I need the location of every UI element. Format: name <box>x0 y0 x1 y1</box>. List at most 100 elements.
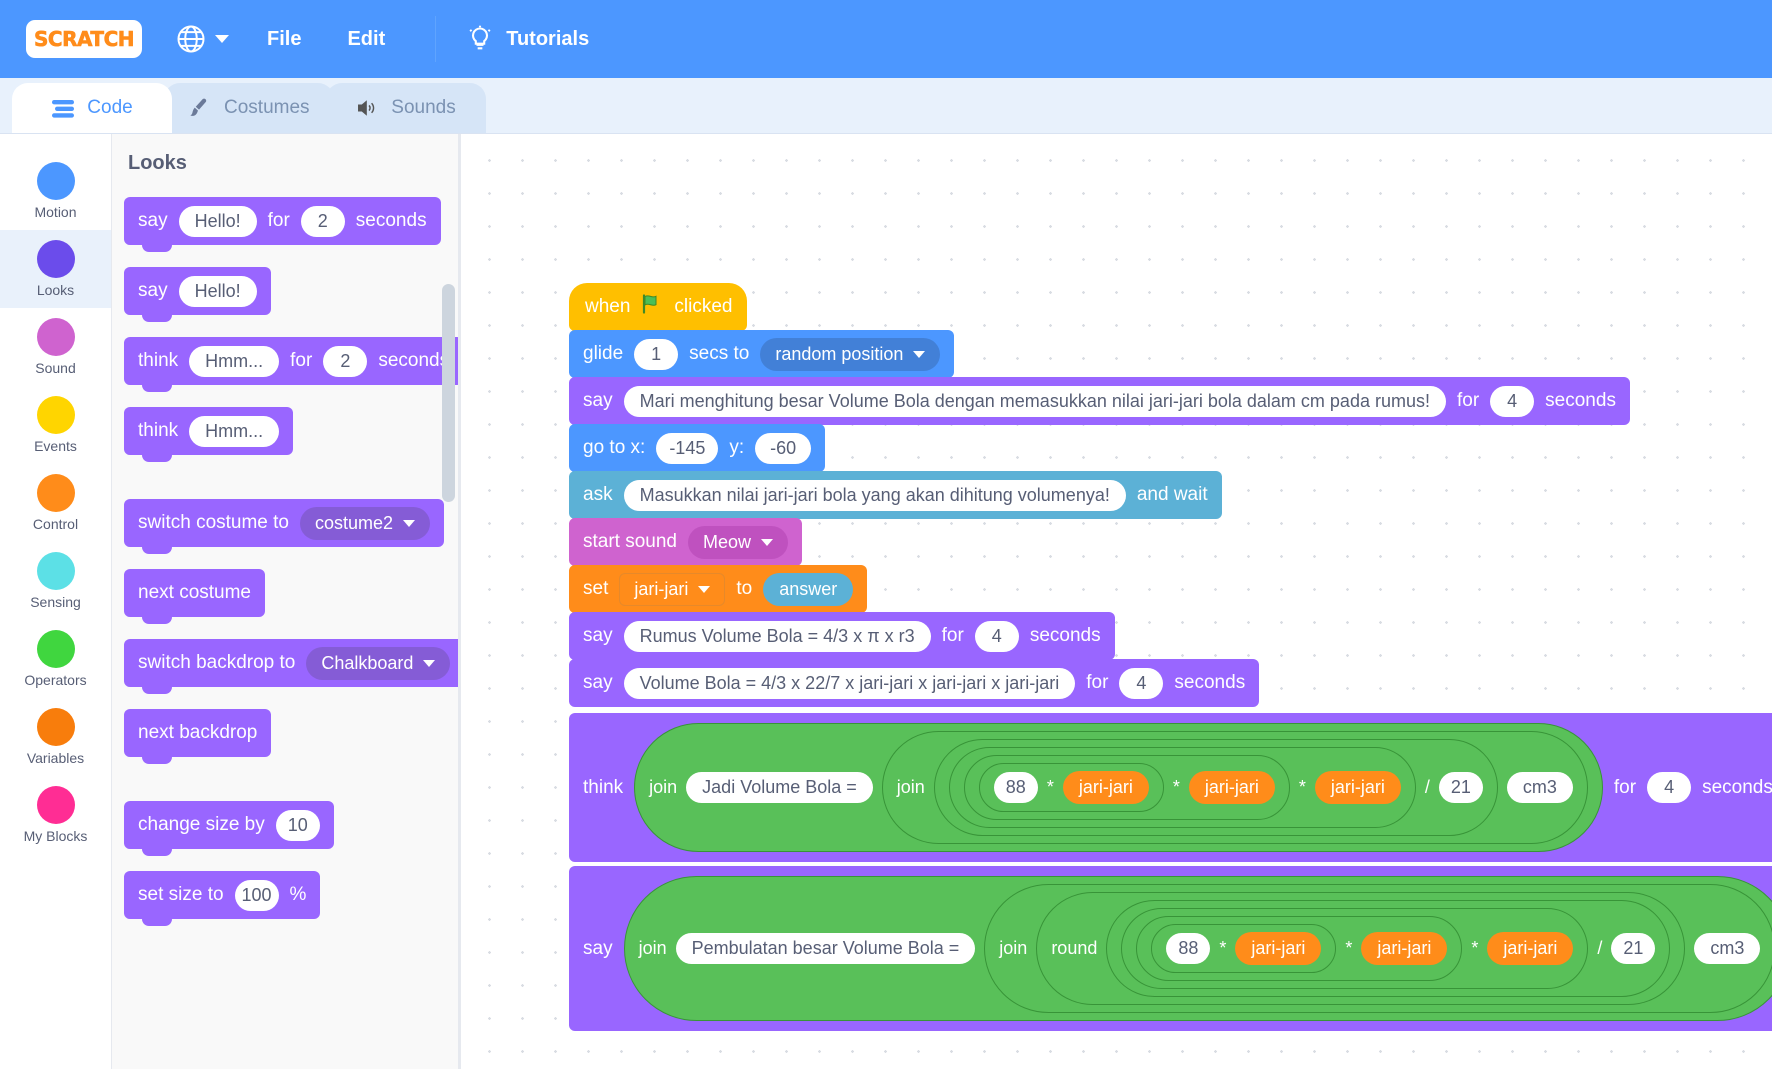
palette-block-next-costume[interactable]: next costume <box>124 569 459 624</box>
block-label: round <box>1051 938 1098 958</box>
category-operators[interactable]: Operators <box>0 620 111 698</box>
category-control[interactable]: Control <box>0 464 111 542</box>
denominator-input[interactable]: 21 <box>1611 933 1656 964</box>
divide-operator[interactable]: 88 * jari-jari * jari-jari * jari-jari /… <box>933 739 1498 836</box>
seconds-input[interactable]: 2 <box>300 205 345 237</box>
palette-block-switch-backdrop[interactable]: switch backdrop to Chalkboard <box>124 639 459 694</box>
menu-tutorials[interactable]: Tutorials <box>462 0 593 78</box>
denominator-input[interactable]: 21 <box>1438 772 1483 803</box>
category-motion[interactable]: Motion <box>0 152 111 230</box>
block-say-formula[interactable]: say Rumus Volume Bola = 4/3 x π x r3 for… <box>569 612 1772 660</box>
variable-reporter[interactable]: jari-jari <box>1062 771 1149 804</box>
say-text-input[interactable]: Rumus Volume Bola = 4/3 x π x r3 <box>623 620 931 652</box>
join-operator-outer[interactable]: join Pembulatan besar Volume Bola = join… <box>623 876 1772 1021</box>
palette-block-say[interactable]: say Hello! <box>124 267 459 322</box>
variable-reporter[interactable]: jari-jari <box>1314 771 1401 804</box>
unit-input[interactable]: cm3 <box>1694 933 1761 964</box>
join-operator-inner[interactable]: join round 88 * jari-jari * jari-jari * … <box>984 884 1772 1013</box>
think-text-input[interactable]: Hmm... <box>189 345 280 377</box>
glide-target-dropdown[interactable]: random position <box>760 337 941 371</box>
say-text-input[interactable]: Hello! <box>178 275 257 307</box>
block-set-variable[interactable]: set jari-jari to answer <box>569 565 1772 613</box>
answer-reporter[interactable]: answer <box>763 572 854 606</box>
numerator-input[interactable]: 88 <box>993 772 1038 803</box>
say-text-input[interactable]: Mari menghitung besar Volume Bola dengan… <box>623 385 1446 417</box>
palette-block-switch-costume[interactable]: switch costume to costume2 <box>124 499 459 554</box>
category-label: Sound <box>35 360 76 376</box>
size-delta-input[interactable]: 10 <box>275 809 320 841</box>
variable-reporter[interactable]: jari-jari <box>1487 932 1574 965</box>
language-selector[interactable] <box>176 24 229 54</box>
block-say-formula-expanded[interactable]: say Volume Bola = 4/3 x 22/7 x jari-jari… <box>569 659 1772 707</box>
block-label: / <box>1597 938 1603 958</box>
script-canvas[interactable]: when clicked glide 1 secs to random posi… <box>460 134 1772 1069</box>
round-operator[interactable]: round 88 * jari-jari * jari-jari * jari-… <box>1036 892 1686 1005</box>
menu-edit[interactable]: Edit <box>343 0 389 78</box>
size-input[interactable]: 100 <box>234 879 279 911</box>
block-glide-secs-to[interactable]: glide 1 secs to random position <box>569 330 1772 378</box>
palette-block-think-for-seconds[interactable]: think Hmm... for 2 seconds <box>124 337 459 392</box>
category-my-blocks[interactable]: My Blocks <box>0 776 111 854</box>
tab-costumes[interactable]: Costumes <box>164 83 334 133</box>
category-looks[interactable]: Looks <box>0 230 111 308</box>
y-input[interactable]: -60 <box>755 432 812 464</box>
block-when-flag-clicked[interactable]: when clicked <box>569 283 1772 331</box>
multiply-operator-1[interactable]: 88 * jari-jari <box>978 763 1164 812</box>
category-events[interactable]: Events <box>0 386 111 464</box>
category-variables[interactable]: Variables <box>0 698 111 776</box>
variable-reporter[interactable]: jari-jari <box>1188 771 1275 804</box>
block-say-rounded-result[interactable]: say join Pembulatan besar Volume Bola = … <box>569 866 1772 1031</box>
block-label: * <box>1219 938 1227 958</box>
block-palette[interactable]: Looks say Hello! for 2 seconds say Hello… <box>112 134 460 1069</box>
x-input[interactable]: -145 <box>656 432 719 464</box>
palette-block-change-size-by[interactable]: change size by 10 <box>124 801 459 856</box>
menu-bar: SCRATCH File Edit Tutorials <box>0 0 1772 78</box>
menu-tutorials-label: Tutorials <box>506 27 590 50</box>
backdrop-dropdown[interactable]: Chalkboard <box>306 646 451 680</box>
sound-dropdown[interactable]: Meow <box>688 525 789 559</box>
variable-reporter[interactable]: jari-jari <box>1361 932 1448 965</box>
numerator-input[interactable]: 88 <box>1166 933 1211 964</box>
glide-secs-input[interactable]: 1 <box>634 338 679 370</box>
block-go-to-xy[interactable]: go to x: -145 y: -60 <box>569 424 1772 472</box>
think-text-input[interactable]: Hmm... <box>189 415 280 447</box>
block-start-sound[interactable]: start sound Meow <box>569 518 1772 566</box>
block-ask-and-wait[interactable]: ask Masukkan nilai jari-jari bola yang a… <box>569 471 1772 519</box>
divide-operator[interactable]: 88 * jari-jari * jari-jari * jari-jari /… <box>1106 900 1671 997</box>
multiply-operator-3[interactable]: 88 * jari-jari * jari-jari * jari-jari <box>1121 908 1589 989</box>
scratch-logo[interactable]: SCRATCH <box>26 20 142 58</box>
menu-file[interactable]: File <box>263 0 305 78</box>
costume-dropdown[interactable]: costume2 <box>300 506 431 540</box>
multiply-operator-3[interactable]: 88 * jari-jari * jari-jari * jari-jari <box>948 747 1416 828</box>
palette-block-set-size-to[interactable]: set size to 100 % <box>124 871 459 926</box>
join-text-input[interactable]: Jadi Volume Bola = <box>686 772 873 803</box>
tab-sounds[interactable]: Sounds <box>325 83 486 133</box>
join-operator-inner[interactable]: join 88 * jari-jari * jari-jari * jari-j… <box>881 731 1588 844</box>
block-say-intro[interactable]: say Mari menghitung besar Volume Bola de… <box>569 377 1772 425</box>
seconds-input[interactable]: 4 <box>1119 667 1164 699</box>
category-sensing[interactable]: Sensing <box>0 542 111 620</box>
block-label: to <box>736 578 753 599</box>
palette-scrollbar[interactable] <box>442 284 455 502</box>
seconds-input[interactable]: 2 <box>323 345 368 377</box>
join-operator-outer[interactable]: join Jadi Volume Bola = join 88 * jari-j… <box>634 723 1603 852</box>
tab-code[interactable]: Code <box>12 83 172 133</box>
seconds-input[interactable]: 4 <box>1647 772 1692 803</box>
seconds-input[interactable]: 4 <box>974 620 1019 652</box>
palette-block-say-for-seconds[interactable]: say Hello! for 2 seconds <box>124 197 459 252</box>
variable-dropdown[interactable]: jari-jari <box>619 572 726 606</box>
multiply-operator-2[interactable]: 88 * jari-jari * jari-jari <box>963 755 1290 820</box>
palette-block-think[interactable]: think Hmm... <box>124 407 459 462</box>
variable-reporter[interactable]: jari-jari <box>1235 932 1322 965</box>
ask-prompt-input[interactable]: Masukkan nilai jari-jari bola yang akan … <box>623 479 1126 511</box>
category-sound[interactable]: Sound <box>0 308 111 386</box>
join-text-input[interactable]: Pembulatan besar Volume Bola = <box>675 933 976 964</box>
say-text-input[interactable]: Volume Bola = 4/3 x 22/7 x jari-jari x j… <box>623 667 1076 699</box>
block-think-result[interactable]: think join Jadi Volume Bola = join 88 * … <box>569 713 1772 862</box>
seconds-input[interactable]: 4 <box>1490 385 1535 417</box>
palette-block-next-backdrop[interactable]: next backdrop <box>124 709 459 764</box>
say-text-input[interactable]: Hello! <box>178 205 257 237</box>
unit-input[interactable]: cm3 <box>1506 772 1573 803</box>
multiply-operator-1[interactable]: 88 * jari-jari <box>1151 924 1337 973</box>
multiply-operator-2[interactable]: 88 * jari-jari * jari-jari <box>1136 916 1463 981</box>
